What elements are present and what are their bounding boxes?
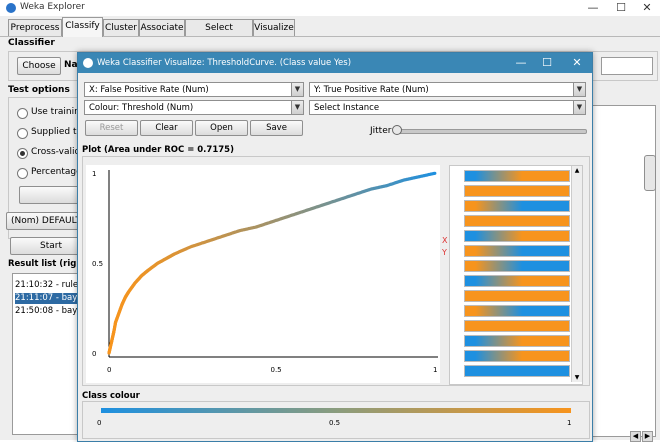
class-colour-gradient-bar	[101, 408, 571, 413]
scroll-up-icon[interactable]: ▲	[572, 166, 582, 175]
chevron-down-icon[interactable]: ▼	[291, 83, 303, 96]
attribute-scrollbar[interactable]: ▲ ▼	[571, 166, 582, 382]
attribute-bar[interactable]	[464, 245, 570, 257]
result-item-rules[interactable]: 21:10:32 - rules.	[15, 280, 85, 291]
tab-bar: Preprocess Classify Cluster Associate Se…	[0, 16, 660, 49]
attribute-bar[interactable]	[464, 200, 570, 212]
class-colour-tick-1: 1	[567, 419, 572, 427]
class-colour-tick-0: 0	[97, 419, 102, 427]
y-axis-select[interactable]: Y: True Positive Rate (Num) ▼	[309, 82, 586, 97]
dialog-maximize-icon[interactable]: ☐	[536, 56, 558, 70]
close-icon[interactable]: ✕	[634, 1, 660, 15]
result-list[interactable]: 21:10:32 - rules. 21:11:07 - bayes 21:50…	[12, 273, 87, 435]
select-instance-value: Select Instance	[314, 103, 380, 113]
y-tick-label: 0.5	[92, 260, 103, 268]
attribute-bar[interactable]	[464, 275, 570, 287]
attribute-bars-panel[interactable]: X Y ▲ ▼	[442, 165, 583, 385]
minimize-icon[interactable]: —	[580, 1, 606, 15]
save-button[interactable]: Save	[250, 120, 303, 136]
attribute-bar[interactable]	[464, 335, 570, 347]
attribute-bar[interactable]	[464, 305, 570, 317]
x-axis-value: X: False Positive Rate (Num)	[89, 85, 209, 95]
weka-app-icon	[6, 3, 16, 13]
x-tick-label: 1	[433, 366, 437, 374]
plot-label: Plot (Area under ROC = 0.7175)	[82, 145, 234, 155]
y-tick-label: 1	[92, 170, 96, 178]
colour-select[interactable]: Colour: Threshold (Num) ▼	[84, 100, 304, 115]
roc-plot-svg[interactable]: 0 0 0.5 0.5 1 1	[86, 165, 440, 383]
chevron-down-icon[interactable]: ▼	[573, 83, 585, 96]
output-scrollbar-thumb[interactable]	[644, 155, 656, 191]
tab-classify[interactable]: Classify	[62, 17, 103, 37]
x-axis-select[interactable]: X: False Positive Rate (Num) ▼	[84, 82, 304, 97]
classifier-options-field[interactable]	[601, 57, 653, 75]
chevron-down-icon[interactable]: ▼	[291, 101, 303, 114]
tab-associate[interactable]: Associate	[139, 19, 185, 36]
choose-button[interactable]: Choose	[17, 57, 61, 75]
roc-plot-area[interactable]: 0 0 0.5 0.5 1 1	[86, 165, 440, 383]
window-title: Weka Explorer	[20, 2, 85, 12]
attribute-bar[interactable]	[464, 365, 570, 377]
scroll-left-icon[interactable]: ◀	[630, 431, 641, 442]
tab-cluster[interactable]: Cluster	[103, 19, 139, 36]
chevron-down-icon[interactable]: ▼	[573, 101, 585, 114]
dialog-titlebar[interactable]: Weka Classifier Visualize: ThresholdCurv…	[78, 53, 592, 73]
classifier-section-label: Classifier	[8, 38, 55, 48]
x-tick-label: 0.5	[271, 366, 282, 374]
classifier-name-text[interactable]: Na	[64, 60, 78, 70]
radio-supplied-test[interactable]	[17, 128, 28, 139]
attribute-bar[interactable]	[464, 230, 570, 242]
attribute-bar[interactable]	[464, 350, 570, 362]
threshold-curve-dialog: Weka Classifier Visualize: ThresholdCurv…	[77, 52, 593, 442]
tab-select-attributes[interactable]: Select attributes	[185, 19, 253, 49]
x-tick-label: 0	[107, 366, 111, 374]
dialog-close-icon[interactable]: ✕	[566, 56, 588, 70]
x-marker-label: X	[442, 236, 448, 245]
jitter-slider-thumb[interactable]	[392, 125, 402, 135]
open-button[interactable]: Open	[195, 120, 248, 136]
radio-cross-validation[interactable]	[17, 148, 28, 159]
scroll-right-icon[interactable]: ▶	[642, 431, 653, 442]
y-tick-label: 0	[92, 350, 96, 358]
result-item-bayes-selected[interactable]: 21:11:07 - bayes	[15, 293, 87, 304]
clear-button[interactable]: Clear	[140, 120, 193, 136]
window-titlebar: Weka Explorer — ☐ ✕	[0, 0, 660, 16]
plot-panel: 0 0 0.5 0.5 1 1 X Y ▲ ▼	[82, 156, 590, 386]
jitter-label: Jitter	[370, 126, 392, 136]
tab-preprocess[interactable]: Preprocess	[8, 19, 62, 36]
tab-visualize[interactable]: Visualize	[253, 19, 295, 36]
attribute-bar[interactable]	[464, 260, 570, 272]
attribute-bar[interactable]	[464, 320, 570, 332]
select-instance-select[interactable]: Select Instance ▼	[309, 100, 586, 115]
dialog-title: Weka Classifier Visualize: ThresholdCurv…	[97, 58, 352, 68]
attribute-bar[interactable]	[464, 290, 570, 302]
dialog-minimize-icon[interactable]: —	[510, 56, 532, 70]
test-options-section-label: Test options	[8, 85, 70, 95]
attribute-bar[interactable]	[464, 170, 570, 182]
colour-value: Colour: Threshold (Num)	[89, 103, 194, 113]
attribute-bar[interactable]	[464, 185, 570, 197]
roc-point[interactable]	[433, 171, 437, 175]
weka-dialog-icon	[83, 58, 93, 68]
radio-percentage-split[interactable]	[17, 168, 28, 179]
class-colour-tick-mid: 0.5	[329, 419, 341, 427]
jitter-slider-track[interactable]	[395, 129, 587, 134]
radio-use-training[interactable]	[17, 108, 28, 119]
y-axis-value: Y: True Positive Rate (Num)	[314, 85, 429, 95]
scroll-down-icon[interactable]: ▼	[572, 373, 582, 382]
class-colour-panel: 0 0.5 1	[82, 401, 590, 439]
y-marker-label: Y	[442, 248, 447, 257]
reset-button[interactable]: Reset	[85, 120, 138, 136]
maximize-icon[interactable]: ☐	[608, 1, 634, 15]
class-colour-label: Class colour	[82, 391, 140, 401]
attribute-bar[interactable]	[464, 215, 570, 227]
